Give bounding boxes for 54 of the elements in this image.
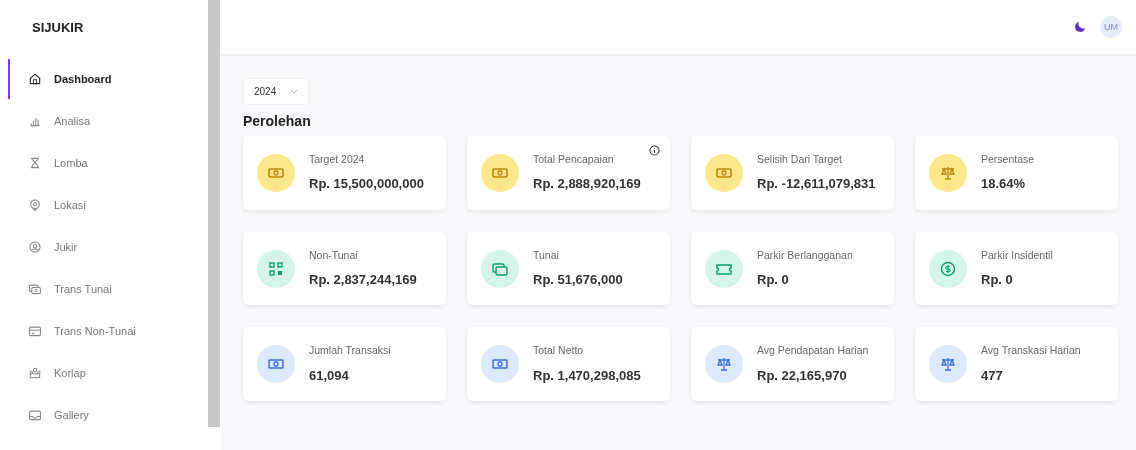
sidebar-item[interactable]: Trans Tunai xyxy=(0,268,207,310)
stat-value: Rp. 2,837,244,169 xyxy=(309,270,418,289)
user-avatar[interactable]: UM xyxy=(1100,16,1122,38)
sidebar-item[interactable]: Gallery xyxy=(0,394,207,436)
stat-title: Avg Transkasi Harian xyxy=(981,343,1082,358)
stat-title: Jumlah Transaksi xyxy=(309,343,392,358)
sidebar-item[interactable]: Trans Non-Tunai xyxy=(0,310,207,352)
scrollbar-thumb[interactable] xyxy=(208,0,220,427)
stat-title: Total Netto xyxy=(533,343,585,358)
stat-value: Rp. 15,500,000,000 xyxy=(309,175,425,194)
sidebar-item[interactable]: Dashboard xyxy=(0,58,207,100)
stat-title: Parkir Berlangganan xyxy=(757,247,854,262)
stat-title: Total Pencapaian xyxy=(533,152,615,167)
stat-title: Parkir Insidentil xyxy=(981,247,1054,262)
user-circle-icon xyxy=(28,240,42,254)
tray-icon xyxy=(28,408,42,422)
info-icon[interactable] xyxy=(649,145,660,156)
stat-title: Selisih Dari Target xyxy=(757,152,843,167)
sidebar-item[interactable]: Jukir xyxy=(0,226,207,268)
stat-value: Rp. 2,888,920,169 xyxy=(533,175,642,194)
stat-value: Rp. 51,676,000 xyxy=(533,270,624,289)
chevron-down-icon xyxy=(290,89,299,94)
stat-value: Rp. 0 xyxy=(981,270,1014,289)
scales-icon xyxy=(715,355,733,374)
house-icon xyxy=(28,72,42,86)
stat-title: Tunai xyxy=(533,247,560,262)
year-select[interactable]: 2024 xyxy=(243,78,310,105)
cash-icon xyxy=(28,282,42,296)
active-indicator xyxy=(8,59,10,99)
dollar-coin-icon xyxy=(939,259,957,278)
stat-title: Persentase xyxy=(981,152,1036,167)
stat-value: Rp. 22,165,970 xyxy=(757,366,848,385)
stat-title: Avg Pendapatan Harian xyxy=(757,343,870,358)
sidebar-item[interactable]: Korlap xyxy=(0,352,207,394)
stat-value: 61,094 xyxy=(309,366,350,385)
sidebar-item[interactable]: Analisa xyxy=(0,100,207,142)
app-logo: SIJUKIR xyxy=(31,19,84,37)
stat-value: Rp. 1,470,298,085 xyxy=(533,366,642,385)
stat-title: Non-Tunai xyxy=(309,247,359,262)
location-pin-icon xyxy=(28,198,42,212)
sidebar-item[interactable]: Lomba xyxy=(0,142,207,184)
hourglass-icon xyxy=(28,156,42,170)
section-title: Perolehan xyxy=(243,113,311,129)
stat-value: 18.64% xyxy=(981,175,1027,194)
credit-card-icon xyxy=(28,324,42,338)
stat-value: Rp. -12,611,079,831 xyxy=(757,175,877,194)
stat-title: Target 2024 xyxy=(309,152,366,167)
stat-value: 477 xyxy=(981,366,1004,385)
stat-value: Rp. 0 xyxy=(757,270,790,289)
scales-icon xyxy=(939,355,957,374)
people-icon xyxy=(28,366,42,380)
sidebar-item[interactable]: Lokasi xyxy=(0,184,207,226)
moon-icon[interactable] xyxy=(1074,21,1086,33)
qr-code-icon xyxy=(267,259,285,278)
